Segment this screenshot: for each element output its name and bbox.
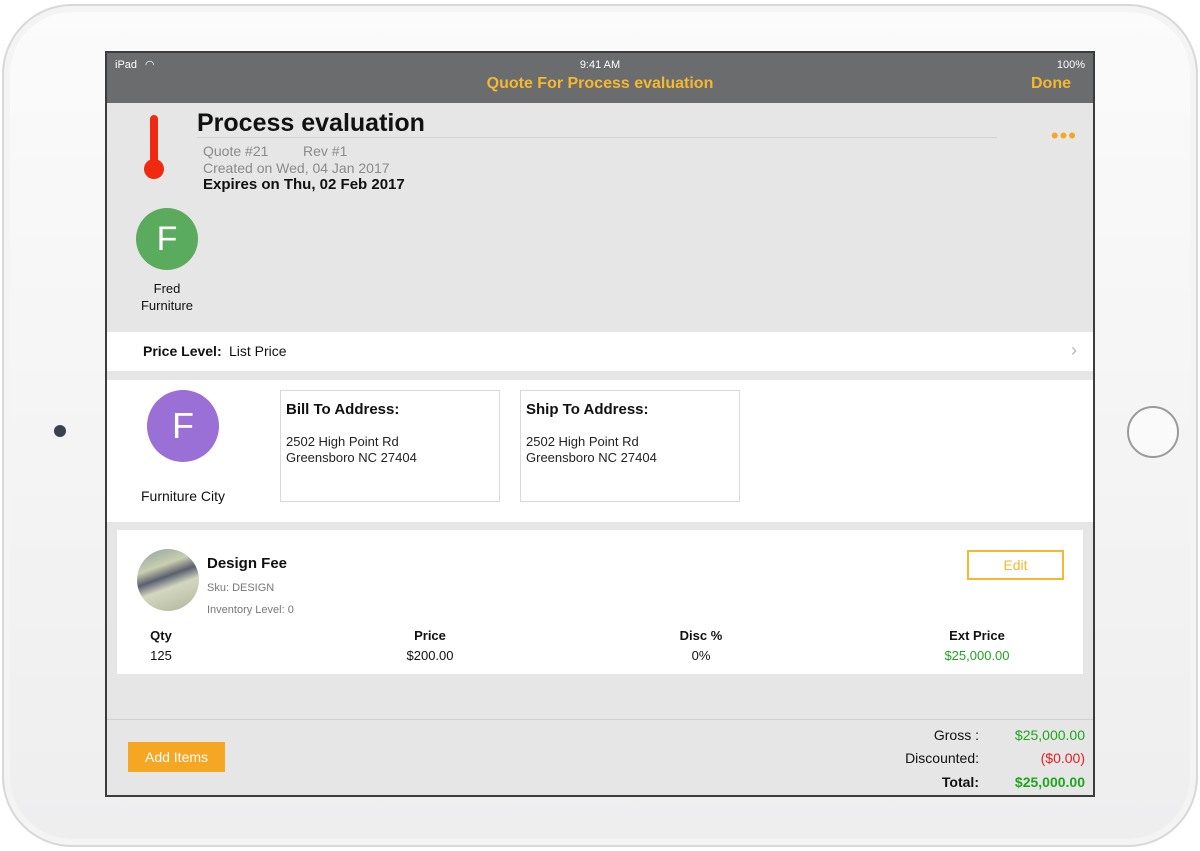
bill-to-line2: Greensboro NC 27404 — [286, 450, 417, 465]
screen: iPad ◠ 9:41 AM 100% Quote For Process ev… — [105, 51, 1095, 797]
thermometer-icon — [144, 115, 164, 179]
contact-avatar[interactable]: F — [136, 208, 198, 270]
price-header: Price — [414, 628, 446, 643]
quote-rev: Rev #1 — [303, 143, 348, 159]
quote-title: Process evaluation — [197, 109, 425, 137]
disc-value: 0% — [691, 648, 711, 663]
disc-header: Disc % — [679, 628, 723, 643]
nav-title: Quote For Process evaluation — [486, 75, 714, 92]
ship-to-title: Ship To Address: — [526, 401, 649, 418]
footer-divider — [107, 719, 1093, 720]
contact-name-line1: Fred — [153, 281, 181, 296]
battery-level: 100% — [1056, 59, 1085, 71]
customer-name: Furniture City — [140, 488, 226, 504]
product-image — [137, 549, 199, 611]
add-items-button[interactable]: Add Items — [128, 742, 225, 772]
camera — [54, 425, 66, 437]
total-label: Total: — [941, 774, 979, 790]
discounted-value: ($0.00) — [1040, 750, 1085, 766]
more-options-icon[interactable]: ••• — [1051, 123, 1077, 149]
qty-value: 125 — [150, 648, 172, 663]
discounted-label: Discounted: — [905, 750, 979, 766]
item-inventory: Inventory Level: 0 — [207, 604, 294, 616]
quote-number: Quote #21 — [203, 143, 269, 159]
gross-label: Gross : — [933, 727, 979, 743]
price-value: $200.00 — [406, 648, 454, 663]
ext-price-value: $25,000.00 — [944, 648, 1010, 663]
item-name: Design Fee — [207, 555, 288, 572]
status-time: 9:41 AM — [579, 59, 621, 71]
navigation-bar: iPad ◠ 9:41 AM 100% Quote For Process ev… — [107, 53, 1093, 103]
ship-to-line2: Greensboro NC 27404 — [526, 450, 657, 465]
edit-button[interactable]: Edit — [967, 550, 1064, 580]
divider — [197, 137, 997, 138]
contact-name-line2: Furniture — [140, 298, 194, 313]
price-level-value: List Price — [229, 343, 287, 359]
created-date: Created on Wed, 04 Jan 2017 — [203, 160, 390, 176]
item-sku: Sku: DESIGN — [207, 582, 275, 594]
gross-value: $25,000.00 — [1014, 727, 1085, 743]
price-level-label: Price Level: — [143, 343, 222, 359]
bill-to-address[interactable]: Bill To Address: 2502 High Point Rd Gree… — [280, 390, 500, 502]
price-level-row[interactable]: Price Level: List Price › — [107, 332, 1093, 371]
home-button[interactable] — [1127, 406, 1179, 458]
expires-date: Expires on Thu, 02 Feb 2017 — [203, 176, 405, 193]
bill-to-line1: 2502 High Point Rd — [286, 434, 399, 449]
qty-header: Qty — [150, 628, 172, 643]
done-button[interactable]: Done — [1031, 75, 1071, 93]
total-value: $25,000.00 — [1014, 774, 1085, 790]
address-section: F Furniture City Bill To Address: 2502 H… — [107, 380, 1093, 522]
chevron-right-icon: › — [1071, 340, 1077, 360]
line-item-card[interactable]: Design Fee Sku: DESIGN Inventory Level: … — [117, 530, 1083, 674]
ext-price-header: Ext Price — [949, 628, 1005, 643]
ship-to-line1: 2502 High Point Rd — [526, 434, 639, 449]
customer-avatar[interactable]: F — [147, 390, 219, 462]
bill-to-title: Bill To Address: — [286, 401, 400, 418]
contact-name: Fred Furniture — [117, 280, 217, 314]
ship-to-address[interactable]: Ship To Address: 2502 High Point Rd Gree… — [520, 390, 740, 502]
